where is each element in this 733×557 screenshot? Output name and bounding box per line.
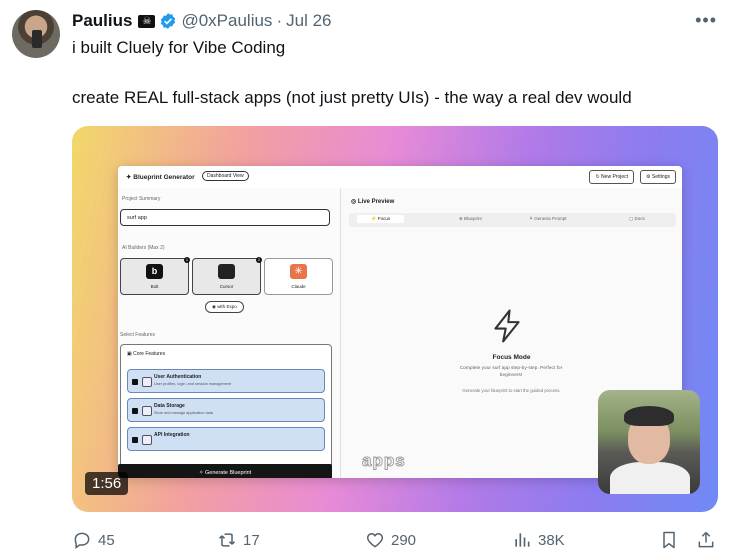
generate-blueprint-button: ✧ Generate Blueprint — [118, 464, 332, 478]
app-topbar: ✦ Blueprint Generator Dashboard View ↻ N… — [118, 166, 682, 189]
repost-button[interactable]: 17 — [217, 530, 260, 550]
author-handle[interactable]: @0xPaulius — [181, 11, 272, 31]
feature-item: User Authentication User profiles, login… — [127, 369, 325, 393]
repost-count: 17 — [243, 531, 260, 549]
builder-name: Cursor — [219, 284, 234, 289]
author-name[interactable]: Paulius — [72, 11, 132, 31]
person-cap — [624, 406, 674, 426]
select-features-label: Select Features — [120, 332, 156, 338]
tweet-actions: 45 17 290 38K — [72, 530, 722, 552]
app-title: ✦ Blueprint Generator — [126, 174, 195, 181]
app-left-panel: Project Summary surf app AI Builders (Ma… — [118, 188, 341, 478]
checkbox-icon — [132, 437, 138, 443]
more-options-icon[interactable]: ••• — [695, 10, 717, 31]
new-project-button: ↻ New Project — [589, 170, 634, 184]
checkbox-icon — [132, 408, 138, 414]
settings-button: ⚙ Settings — [640, 170, 676, 184]
builder-card-bolt: b Bolt 1 — [120, 257, 190, 295]
person-shirt — [610, 462, 690, 494]
builder-name: Claude — [291, 284, 306, 289]
like-button[interactable]: 290 — [365, 530, 416, 550]
separator-dot: · — [276, 11, 283, 30]
picture-in-picture-webcam — [598, 390, 700, 494]
builder-badge: 1 — [184, 257, 190, 263]
bolt-icon — [491, 308, 523, 351]
feature-desc: Store and manage application data — [154, 411, 213, 415]
tweet-header: Paulius ☠ @0xPaulius · Jul 26 — [72, 10, 331, 32]
bookmark-icon — [663, 531, 675, 549]
feature-title: Data Storage — [154, 403, 185, 409]
video-duration: 1:56 — [85, 472, 129, 495]
tweet-date[interactable]: Jul 26 — [286, 11, 331, 31]
pirate-flag-icon: ☠ — [138, 14, 156, 28]
tab-genesis-prompt: ⚘ Genesis Prompt — [529, 216, 567, 221]
focus-mode-title: Focus Mode — [492, 354, 531, 361]
author-avatar[interactable] — [12, 10, 60, 58]
builder-card-cursor: Cursor 2 — [192, 257, 262, 295]
with-expo-button: ◉ with Expo — [205, 301, 244, 313]
feature-item: Data Storage Store and manage applicatio… — [127, 398, 325, 422]
ai-builders-label: AI Builders (Max 2) — [122, 245, 165, 251]
analytics-icon — [515, 533, 530, 547]
share-button[interactable] — [696, 530, 722, 550]
builder-badge: 2 — [256, 257, 262, 263]
verified-badge-icon — [161, 13, 176, 29]
features-panel: ▣ Core Features User Authentication User… — [120, 344, 332, 476]
tweet-text-line1: i built Cluely for Vibe Coding — [72, 38, 286, 57]
heart-icon — [366, 532, 384, 548]
bookmark-button[interactable] — [659, 530, 685, 550]
checkbox-icon — [132, 379, 138, 385]
focus-mode-description: Complete your surf app step-by-step. Per… — [459, 366, 563, 378]
like-count: 290 — [391, 531, 417, 549]
phone-shape — [32, 30, 42, 48]
tab-blueprint: ⊕ Blueprint — [459, 216, 482, 221]
builder-card-claude: ✳ Claude — [264, 258, 333, 295]
view-count: 38K — [538, 531, 565, 549]
views-button[interactable]: 38K — [512, 530, 565, 550]
feature-desc: User profiles, login, and session manage… — [154, 382, 232, 386]
feature-item: API Integration — [127, 427, 325, 451]
reply-count: 45 — [98, 531, 115, 549]
api-icon — [142, 435, 152, 445]
claude-logo-icon: ✳ — [290, 264, 307, 279]
video-player[interactable]: ✦ Blueprint Generator Dashboard View ↻ N… — [72, 126, 718, 512]
core-features-heading: ▣ Core Features — [127, 351, 166, 357]
preview-tabs: ⚡ Focus ⊕ Blueprint ⚘ Genesis Prompt ▢ D… — [349, 213, 676, 227]
feature-title: User Authentication — [154, 374, 202, 380]
database-icon — [142, 406, 152, 416]
tab-docs: ▢ Docs — [629, 216, 645, 221]
video-caption: apps — [362, 451, 406, 471]
lock-icon — [142, 377, 152, 387]
repost-icon — [218, 533, 236, 547]
tweet-text-line2: create REAL full-stack apps (not just pr… — [72, 88, 632, 107]
cursor-logo-icon — [218, 264, 235, 279]
feature-title: API Integration — [154, 432, 190, 438]
builder-name: Bolt — [150, 284, 159, 289]
reply-button[interactable]: 45 — [72, 530, 115, 550]
bolt-logo-icon: b — [146, 264, 163, 279]
tab-focus: ⚡ Focus — [357, 215, 405, 223]
dashboard-view-button: Dashboard View — [202, 171, 249, 181]
share-icon — [698, 531, 714, 548]
project-summary-label: Project Summary — [122, 196, 161, 202]
reply-icon — [74, 532, 90, 549]
project-summary-input: surf app — [120, 209, 330, 226]
live-preview-title: ◎ Live Preview — [351, 199, 395, 205]
